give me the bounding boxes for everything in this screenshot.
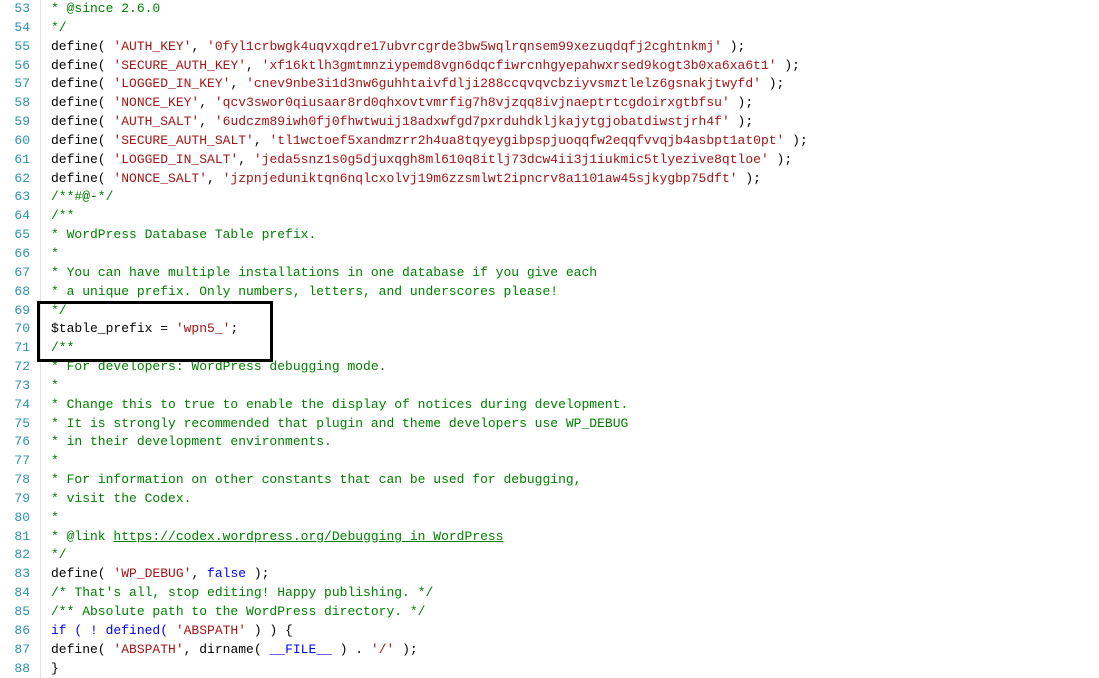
line-number: 61 — [8, 151, 30, 170]
comment: /**#@-*/ — [51, 189, 113, 204]
line-number: 67 — [8, 264, 30, 283]
comment: * Change this to true to enable the disp… — [51, 397, 628, 412]
comment: /* That's all, stop editing! Happy publi… — [51, 585, 433, 600]
line-number: 57 — [8, 75, 30, 94]
line-number: 77 — [8, 452, 30, 471]
comment: * @link https://codex.wordpress.org/Debu… — [51, 528, 808, 547]
table-prefix-line: $table_prefix = 'wpn5_'; — [51, 320, 808, 339]
comment: * in their development environments. — [51, 434, 332, 449]
line-number: 68 — [8, 283, 30, 302]
comment: * It is strongly recommended that plugin… — [51, 416, 628, 431]
line-number: 83 — [8, 565, 30, 584]
define-line: define( 'ABSPATH', dirname( __FILE__ ) .… — [51, 641, 808, 660]
line-number: 58 — [8, 94, 30, 113]
comment: * — [51, 453, 59, 468]
line-number: 76 — [8, 433, 30, 452]
line-number: 55 — [8, 38, 30, 57]
link[interactable]: https://codex.wordpress.org/Debugging_in… — [113, 529, 503, 544]
define-line: define( 'NONCE_SALT', 'jzpnjeduniktqn6nq… — [51, 170, 808, 189]
line-number: 59 — [8, 113, 30, 132]
comment: * You can have multiple installations in… — [51, 265, 597, 280]
line-number: 78 — [8, 471, 30, 490]
line-number: 87 — [8, 641, 30, 660]
comment: * — [51, 246, 59, 261]
comment: * visit the Codex. — [51, 491, 191, 506]
code-editor: 53 54 55 56 57 58 59 60 61 62 63 64 65 6… — [0, 0, 1099, 678]
comment: * WordPress Database Table prefix. — [51, 227, 316, 242]
line-number: 70 — [8, 320, 30, 339]
line-number: 79 — [8, 490, 30, 509]
comment: /** — [51, 208, 74, 223]
define-line: define( 'AUTH_KEY', '0fyl1crbwgk4uqvxqdr… — [51, 38, 808, 57]
line-number: 62 — [8, 170, 30, 189]
line-number: 71 — [8, 339, 30, 358]
line-number: 88 — [8, 660, 30, 678]
code-area[interactable]: * @since 2.6.0 */ define( 'AUTH_KEY', '0… — [41, 0, 808, 678]
line-number: 65 — [8, 226, 30, 245]
line-number: 75 — [8, 415, 30, 434]
comment: * a unique prefix. Only numbers, letters… — [51, 284, 558, 299]
line-number: 64 — [8, 207, 30, 226]
comment: * — [51, 510, 59, 525]
comment: * For developers: WordPress debugging mo… — [51, 359, 386, 374]
comment: * — [51, 378, 59, 393]
comment: */ — [51, 303, 67, 318]
define-line: define( 'SECURE_AUTH_SALT', 'tl1wctoef5x… — [51, 132, 808, 151]
if-line: if ( ! defined( 'ABSPATH' ) ) { — [51, 622, 808, 641]
line-number: 84 — [8, 584, 30, 603]
line-number: 82 — [8, 546, 30, 565]
define-line: define( 'AUTH_SALT', '6udczm89iwh0fj0fhw… — [51, 113, 808, 132]
comment: /** — [51, 340, 74, 355]
comment: */ — [51, 547, 67, 562]
line-number: 54 — [8, 19, 30, 38]
line-number: 60 — [8, 132, 30, 151]
comment: * For information on other constants tha… — [51, 472, 582, 487]
line-number: 80 — [8, 509, 30, 528]
line-number: 63 — [8, 188, 30, 207]
comment: * @since 2.6.0 — [51, 1, 160, 16]
line-number: 73 — [8, 377, 30, 396]
define-line: define( 'LOGGED_IN_KEY', 'cnev9nbe3i1d3n… — [51, 75, 808, 94]
line-number: 86 — [8, 622, 30, 641]
define-line: define( 'NONCE_KEY', 'qcv3swor0qiusaar8r… — [51, 94, 808, 113]
brace-line: } — [51, 660, 808, 678]
line-number: 74 — [8, 396, 30, 415]
define-line: define( 'SECURE_AUTH_KEY', 'xf16ktlh3gmt… — [51, 57, 808, 76]
line-number: 72 — [8, 358, 30, 377]
line-number: 81 — [8, 528, 30, 547]
line-number: 56 — [8, 57, 30, 76]
line-gutter: 53 54 55 56 57 58 59 60 61 62 63 64 65 6… — [0, 0, 41, 678]
define-line: define( 'WP_DEBUG', false ); — [51, 565, 808, 584]
define-line: define( 'LOGGED_IN_SALT', 'jeda5snz1s0g5… — [51, 151, 808, 170]
comment: */ — [51, 20, 67, 35]
line-number: 53 — [8, 0, 30, 19]
line-number: 85 — [8, 603, 30, 622]
line-number: 69 — [8, 302, 30, 321]
comment: /** Absolute path to the WordPress direc… — [51, 604, 425, 619]
line-number: 66 — [8, 245, 30, 264]
